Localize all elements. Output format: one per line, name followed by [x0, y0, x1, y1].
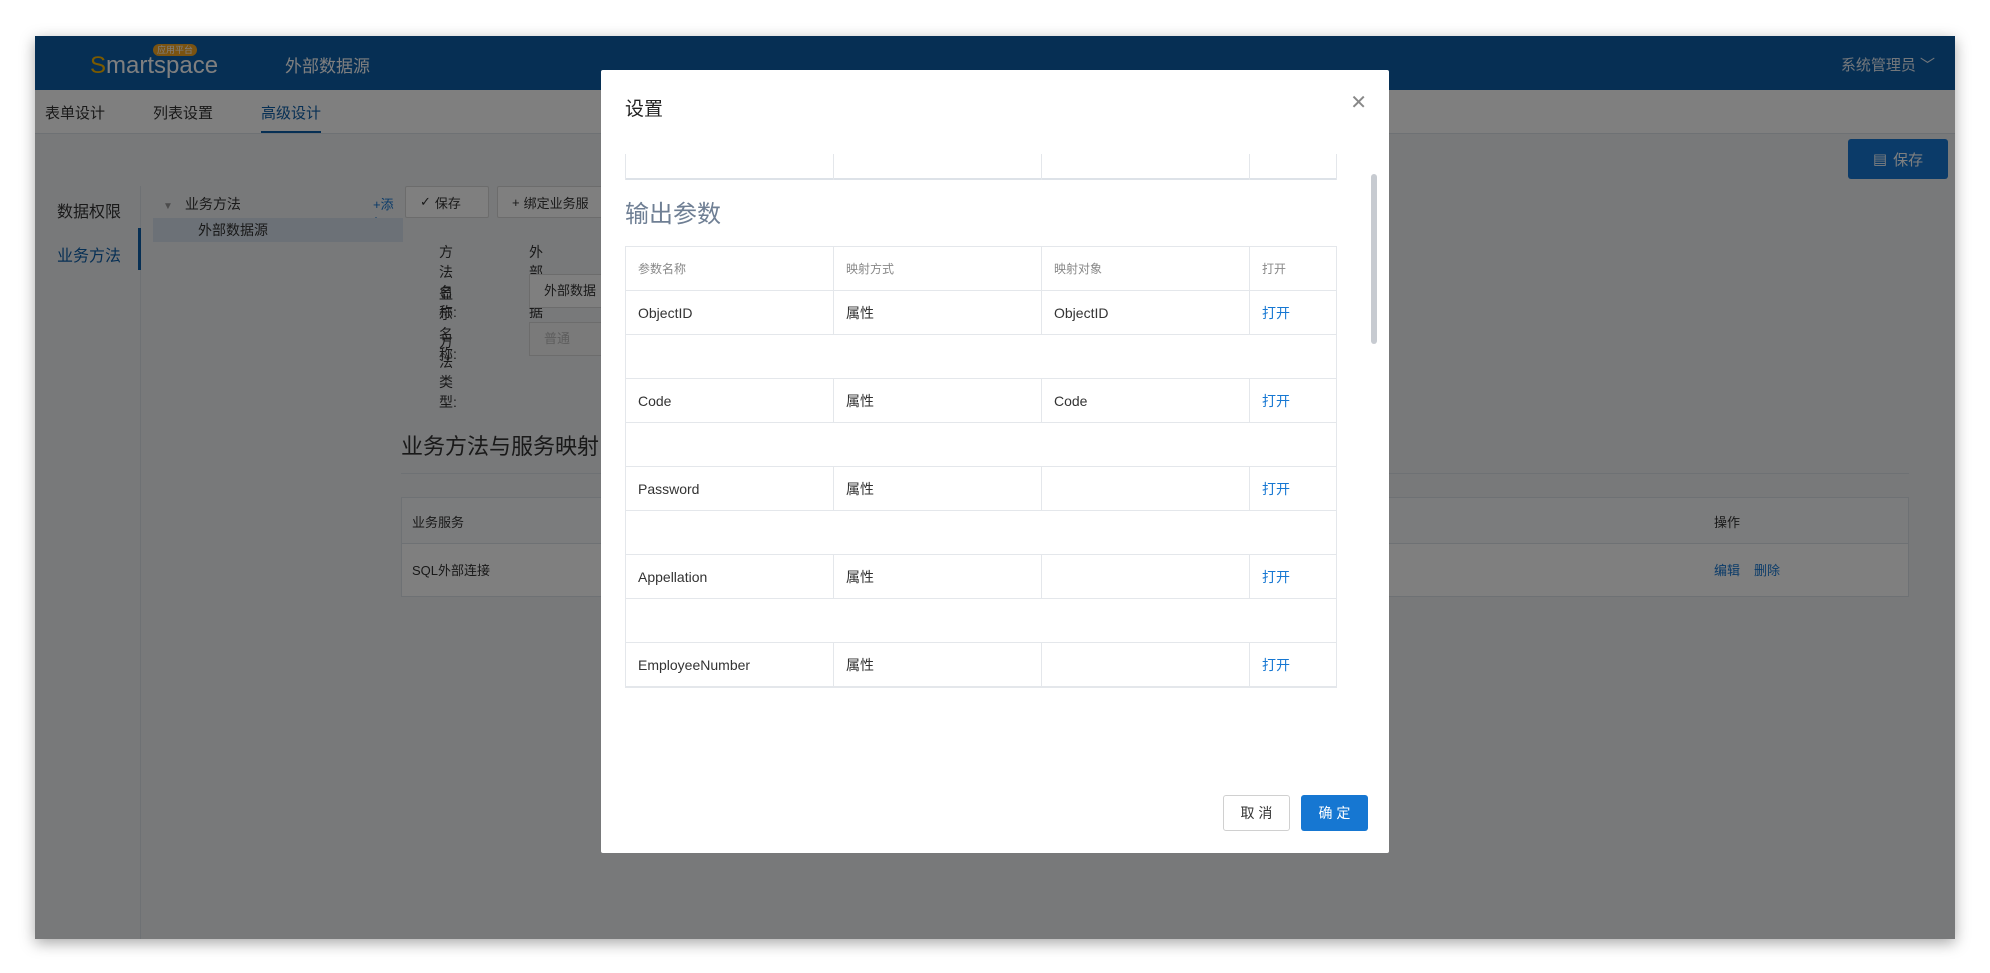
mapping-mode[interactable]: 属性: [834, 379, 1042, 422]
param-name: Appellation: [626, 555, 834, 598]
param-name: Password: [626, 467, 834, 510]
dialog-body: 输出参数 参数名称 映射方式 映射对象 打开 ObjectID 属性 Objec…: [625, 154, 1385, 718]
table-row: EmployeeNumber 属性 打开: [626, 643, 1336, 687]
detail-row: [626, 511, 1336, 555]
scrollbar-thumb[interactable]: [1371, 174, 1377, 344]
table-row: Appellation 属性 打开: [626, 555, 1336, 599]
ok-button[interactable]: 确 定: [1301, 795, 1368, 831]
dialog-scrollbar[interactable]: [1371, 154, 1379, 718]
mapping-target[interactable]: Code: [1042, 379, 1250, 422]
header-mapping-target: 映射对象: [1042, 247, 1250, 290]
open-link[interactable]: 打开: [1262, 305, 1290, 321]
input-params-table-tail: [625, 154, 1337, 180]
detail-row: [626, 599, 1336, 643]
mapping-mode[interactable]: 属性: [834, 555, 1042, 598]
mapping-target[interactable]: [1042, 467, 1250, 510]
settings-dialog: 设置 ✕ 输出参数 参数名称 映射方式 映射对象 打开 ObjectID 属性 …: [601, 70, 1389, 853]
detail-row: [626, 335, 1336, 379]
param-name: ObjectID: [626, 291, 834, 334]
table-row: Password 属性 打开: [626, 467, 1336, 511]
output-params-title: 输出参数: [625, 201, 721, 228]
open-link[interactable]: 打开: [1262, 657, 1290, 673]
open-link[interactable]: 打开: [1262, 569, 1290, 585]
mapping-mode[interactable]: 属性: [834, 291, 1042, 334]
table-header: 参数名称 映射方式 映射对象 打开: [626, 247, 1336, 291]
close-icon[interactable]: ✕: [1350, 90, 1367, 115]
output-params-table: 参数名称 映射方式 映射对象 打开 ObjectID 属性 ObjectID 打…: [625, 246, 1337, 688]
mapping-target[interactable]: [1042, 555, 1250, 598]
cancel-button[interactable]: 取 消: [1223, 795, 1290, 831]
table-row: Code 属性 Code 打开: [626, 379, 1336, 423]
table-row: ObjectID 属性 ObjectID 打开: [626, 291, 1336, 335]
open-link[interactable]: 打开: [1262, 393, 1290, 409]
app-window: Smartspace 应用平台 外部数据源 系统管理员 ﹀ 表单设计 列表设置 …: [35, 36, 1955, 939]
mapping-mode[interactable]: 属性: [834, 643, 1042, 686]
open-link[interactable]: 打开: [1262, 481, 1290, 497]
mapping-target[interactable]: [1042, 643, 1250, 686]
header-param-name: 参数名称: [626, 247, 834, 290]
header-mapping-mode: 映射方式: [834, 247, 1042, 290]
mapping-target[interactable]: ObjectID: [1042, 291, 1250, 334]
detail-row: [626, 423, 1336, 467]
header-open: 打开: [1262, 262, 1287, 276]
param-name: Code: [626, 379, 834, 422]
mapping-mode[interactable]: 属性: [834, 467, 1042, 510]
dialog-title: 设置: [625, 99, 664, 120]
param-name: EmployeeNumber: [626, 643, 834, 686]
